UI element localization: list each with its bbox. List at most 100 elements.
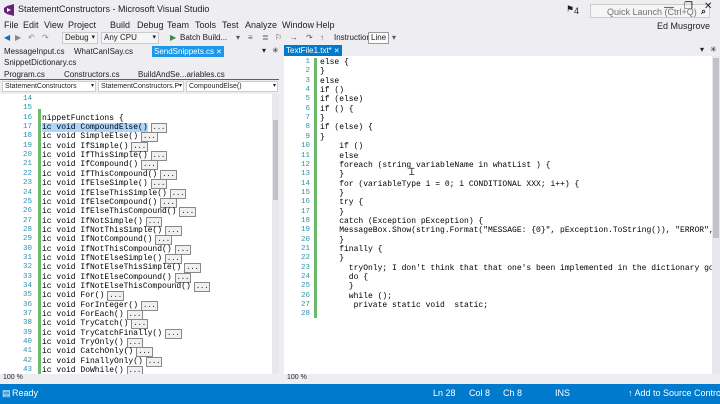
configuration-select[interactable]: Debug ▾ xyxy=(62,32,98,44)
code-line[interactable]: ic void IfNotThisCompound()... xyxy=(42,244,192,255)
code-line[interactable]: if () xyxy=(320,142,363,151)
left-scroll-thumb[interactable] xyxy=(273,120,278,200)
toolbar-overflow-icon[interactable]: ▾ xyxy=(392,33,396,42)
code-line[interactable]: ic void IfNotElseCompound()... xyxy=(42,272,192,283)
code-line[interactable]: if () xyxy=(320,86,344,95)
collapsed-region-badge[interactable]: ... xyxy=(145,356,163,367)
code-line[interactable]: ic void ForInteger()... xyxy=(42,300,158,311)
tab-message-input[interactable]: MessageInput.cs xyxy=(2,46,66,57)
batch-build-button[interactable]: Batch Build... xyxy=(180,33,227,42)
forward-icon[interactable]: ▶ xyxy=(15,33,21,42)
code-line[interactable]: if (else) xyxy=(320,95,363,104)
code-line[interactable]: ic void IfThisCompound()... xyxy=(42,169,177,180)
code-line[interactable]: } xyxy=(320,282,354,291)
code-line[interactable]: ic void IfSimple()... xyxy=(42,141,149,152)
tab-send-snippets[interactable]: SendSnippets.cs ✕ xyxy=(152,46,224,57)
collapsed-region-badge[interactable]: ... xyxy=(126,366,144,374)
undo-icon[interactable]: ↶ xyxy=(28,33,35,42)
code-line[interactable]: } xyxy=(320,254,344,263)
collapsed-region-badge[interactable]: ... xyxy=(179,207,197,218)
right-scroll-thumb[interactable] xyxy=(713,58,719,238)
left-code-editor[interactable]: 14 15 16 nippetFunctions {17 ic void Compoun… xyxy=(0,94,278,374)
instruction-button[interactable]: Instruction xyxy=(334,33,371,42)
add-to-source-control-button[interactable]: ↑ Add to Source Control ▴ xyxy=(628,388,720,399)
tab-what-can-i-say[interactable]: WhatCanISay.cs xyxy=(72,46,135,57)
step-out-icon[interactable]: ↑ xyxy=(320,33,324,42)
tab-dropdown-icon[interactable]: ▾ xyxy=(262,46,266,55)
code-line[interactable]: private static void static; xyxy=(320,301,488,310)
tab-snippet-dictionary[interactable]: SnippetDictionary.cs xyxy=(2,57,78,68)
code-line[interactable]: ic void FinallyOnly()... xyxy=(42,356,163,367)
step-over-icon[interactable]: ↷ xyxy=(306,33,313,42)
code-line[interactable]: ic void IfCompound()... xyxy=(42,160,158,171)
code-line[interactable]: ic void IfElseThisCompound()... xyxy=(42,207,197,218)
back-icon[interactable]: ◀ xyxy=(4,33,10,42)
code-line[interactable]: ic void IfElseSimple()... xyxy=(42,179,168,190)
code-line[interactable]: } xyxy=(320,236,344,245)
code-line[interactable]: ic void IfElseCompound()... xyxy=(42,197,177,208)
code-line[interactable]: ic void IfNotElseSimple()... xyxy=(42,253,182,264)
code-line[interactable]: ic void IfNotElseThisCompound()... xyxy=(42,282,211,292)
code-line[interactable]: if () { xyxy=(320,105,354,114)
code-line[interactable]: } xyxy=(320,114,325,123)
code-line[interactable]: ic void IfNotSimple()... xyxy=(42,216,163,227)
menu-build[interactable]: Build xyxy=(110,20,130,30)
menu-tools[interactable]: Tools xyxy=(195,20,216,30)
code-line[interactable]: } xyxy=(320,67,325,76)
menu-team[interactable]: Team xyxy=(167,20,189,30)
code-line[interactable]: ic void TryCatch()... xyxy=(42,319,149,330)
line-button[interactable]: Line xyxy=(368,32,390,44)
code-line[interactable]: finally { xyxy=(320,245,382,254)
comment-icon[interactable]: ≡ xyxy=(248,33,253,42)
close-icon[interactable]: ✕ xyxy=(334,48,340,55)
code-line[interactable]: ic void IfNotElseThisSimple()... xyxy=(42,263,201,274)
redo-icon[interactable]: ↷ xyxy=(42,33,49,42)
code-line[interactable]: ic void CompoundElse()... xyxy=(42,123,168,134)
code-line[interactable]: } xyxy=(320,170,344,179)
close-button[interactable]: ✕ xyxy=(704,1,712,12)
left-zoom-level[interactable]: 100 % xyxy=(0,374,280,384)
code-line[interactable]: ic void CatchOnly()... xyxy=(42,347,153,358)
code-line[interactable]: nippetFunctions { xyxy=(42,114,124,123)
code-line[interactable]: MessageBox.Show(string.Format("MESSAGE: … xyxy=(320,226,712,235)
menu-edit[interactable]: Edit xyxy=(23,20,39,30)
menu-view[interactable]: View xyxy=(44,20,63,30)
uncomment-icon[interactable]: ≣ xyxy=(262,33,269,42)
code-line[interactable]: ic void SimpleElse()... xyxy=(42,132,158,143)
toolbar-options-icon[interactable]: ▾ xyxy=(236,33,240,42)
code-line[interactable]: else xyxy=(320,77,339,86)
menu-file[interactable]: File xyxy=(4,20,19,30)
member-dropdown[interactable]: CompoundElse() ▾ xyxy=(186,81,278,92)
code-line[interactable]: try { xyxy=(320,198,363,207)
code-line[interactable] xyxy=(320,310,349,319)
code-line[interactable]: tryOnly; I don't think that that one's b… xyxy=(320,264,712,273)
code-line[interactable]: ic void TryCatchFinally()... xyxy=(42,328,182,339)
code-line[interactable]: ic void IfThisSimple()... xyxy=(42,151,168,162)
menu-analyze[interactable]: Analyze xyxy=(245,20,277,30)
tab-dropdown-icon[interactable]: ▾ xyxy=(700,45,704,54)
close-icon[interactable]: ✕ xyxy=(216,49,222,56)
notification-count[interactable]: 4 xyxy=(574,6,579,16)
code-line[interactable]: for (variableType i = 0; i CONDITIONAL X… xyxy=(320,180,579,189)
code-line[interactable]: ic void IfElseThisSimple()... xyxy=(42,188,187,199)
step-icon[interactable]: → xyxy=(290,33,298,42)
user-name[interactable]: Ed Musgrove xyxy=(657,21,710,31)
maximize-button[interactable]: ❐ xyxy=(684,1,693,12)
class-dropdown[interactable]: StatementConstructors.P ▾ xyxy=(98,81,184,92)
right-code-editor[interactable]: 1 else {2} 3 else 4 if () 5 if (else) 6 if () {7}… xyxy=(284,56,712,374)
code-line[interactable]: foreach (string variableName in whatList… xyxy=(320,161,550,170)
code-line[interactable]: else xyxy=(320,152,358,161)
code-line[interactable]: ic void For()... xyxy=(42,291,125,302)
code-line[interactable]: } xyxy=(320,208,344,217)
collapsed-region-badge[interactable]: ... xyxy=(165,328,182,339)
code-line[interactable]: if (else) { xyxy=(320,123,373,132)
menu-test[interactable]: Test xyxy=(222,20,239,30)
menu-window[interactable]: Window xyxy=(282,20,314,30)
code-line[interactable]: ic void DoWhile()... xyxy=(42,366,144,374)
collapsed-region-badge[interactable]: ... xyxy=(141,300,158,311)
code-line[interactable]: ic void IfNotThisSimple()... xyxy=(42,225,182,236)
code-line[interactable]: catch (Exception pException) { xyxy=(320,217,483,226)
code-line[interactable]: ic void TryOnly()... xyxy=(42,338,144,349)
menu-help[interactable]: Help xyxy=(316,20,335,30)
code-line[interactable]: else { xyxy=(320,58,349,67)
